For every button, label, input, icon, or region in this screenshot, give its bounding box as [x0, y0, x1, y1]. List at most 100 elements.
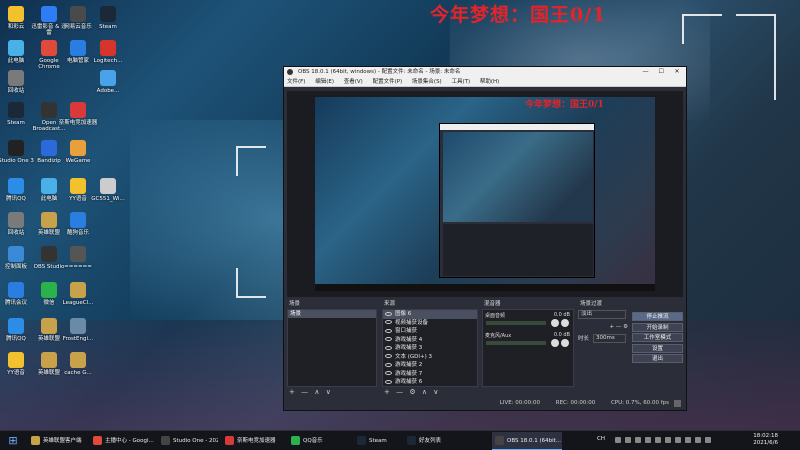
tray-icon[interactable]	[675, 437, 681, 443]
mute-speaker-icon[interactable]	[551, 319, 559, 327]
obs-titlebar[interactable]: OBS 18.0.1 (64bit, windows) - 配置文件: 未命名 …	[284, 67, 686, 77]
ime-indicator[interactable]: CH	[597, 436, 605, 442]
source-item[interactable]: 游戏捕获 6	[383, 378, 477, 387]
taskbar-app-button[interactable]: 英雄联盟客户端	[28, 432, 86, 450]
source-item[interactable]: 文本 (GDI+) 3	[383, 353, 477, 362]
move-up-button[interactable]: ∧	[314, 388, 319, 396]
tray-icon[interactable]	[685, 437, 691, 443]
taskbar-app-button[interactable]: 奈斯电竞加速器	[222, 432, 284, 450]
studio-mode-button[interactable]: 工作室模式	[632, 333, 683, 342]
settings-button[interactable]: 设置	[632, 343, 683, 353]
scene-item[interactable]: 场景	[288, 310, 376, 318]
duration-input[interactable]: 300ms	[593, 334, 626, 343]
volume-slider[interactable]	[486, 321, 546, 325]
tray-icon[interactable]	[695, 437, 701, 443]
taskbar-app-button[interactable]: Steam	[354, 432, 400, 450]
app-icon	[100, 40, 116, 56]
source-properties-gear-icon[interactable]: ⚙	[409, 388, 415, 396]
app-icon	[70, 140, 86, 156]
gear-icon[interactable]	[561, 319, 569, 327]
close-button[interactable]: ✕	[670, 67, 684, 77]
remove-source-button[interactable]: —	[396, 388, 403, 396]
tray-icon[interactable]	[625, 437, 631, 443]
desktop-icon-label: 酷狗音乐	[66, 230, 89, 236]
source-item[interactable]: 游戏捕获 2	[383, 361, 477, 370]
visibility-eye-icon[interactable]	[385, 328, 392, 333]
menu-help[interactable]: 帮助(H)	[480, 79, 499, 85]
transition-gear-icon[interactable]: ⚙	[623, 324, 628, 330]
desktop-shortcut-icon[interactable]: cache G...	[58, 352, 98, 376]
minimize-button[interactable]: —	[639, 67, 653, 77]
move-down-button[interactable]: ∨	[433, 388, 438, 396]
source-item[interactable]: 游戏捕获 3	[383, 344, 477, 353]
stop-streaming-button[interactable]: 停止推流	[632, 312, 683, 321]
menu-file[interactable]: 文件(F)	[287, 79, 305, 85]
tray-icon[interactable]	[635, 437, 641, 443]
menu-edit[interactable]: 编辑(E)	[315, 79, 334, 85]
taskbar-app-button[interactable]: 好友列表	[404, 432, 486, 450]
visibility-eye-icon[interactable]	[385, 345, 392, 350]
taskbar-app-button[interactable]: 主播中心 - Googl...	[90, 432, 154, 450]
source-item[interactable]: 图像 6	[383, 310, 477, 319]
tray-icon[interactable]	[705, 437, 711, 443]
desktop-shortcut-icon[interactable]: 回收站	[0, 70, 36, 94]
add-transition-button[interactable]: +	[609, 324, 614, 330]
move-down-button[interactable]: ∨	[326, 388, 331, 396]
desktop-shortcut-icon[interactable]: FrostEngi...	[58, 318, 98, 342]
taskbar-app-button[interactable]: Studio One - 202...	[158, 432, 218, 450]
source-item[interactable]: 窗口捕获	[383, 327, 477, 336]
desktop-shortcut-icon[interactable]: Steam	[88, 6, 128, 30]
tray-icon[interactable]	[615, 437, 621, 443]
remove-scene-button[interactable]: —	[301, 388, 308, 396]
visibility-eye-icon[interactable]	[385, 337, 392, 341]
tray-icon[interactable]	[645, 437, 651, 443]
menu-profile[interactable]: 配置文件(P)	[373, 79, 403, 85]
volume-slider[interactable]	[486, 341, 546, 345]
tray-icon[interactable]	[665, 437, 671, 443]
start-recording-button[interactable]: 开始录制	[632, 322, 683, 332]
taskbar-app-button[interactable]: QQ音乐	[288, 432, 350, 450]
desktop-shortcut-icon[interactable]: LeagueCl...	[58, 282, 98, 306]
transition-mode-select[interactable]: 淡出	[578, 310, 626, 319]
exit-button[interactable]: 退出	[632, 354, 683, 363]
menu-scene-collection[interactable]: 场景集合(S)	[412, 79, 442, 85]
mute-speaker-icon[interactable]	[551, 339, 559, 347]
visibility-eye-icon[interactable]	[385, 354, 392, 358]
obs-window[interactable]: OBS 18.0.1 (64bit, windows) - 配置文件: 未命名 …	[283, 66, 687, 411]
remove-transition-button[interactable]: —	[616, 324, 622, 330]
taskbar-app-button[interactable]: OBS 18.0.1 (64bit...	[492, 432, 562, 450]
source-item[interactable]: 视频捕获设备	[383, 319, 477, 328]
menu-tools[interactable]: 工具(T)	[451, 79, 470, 85]
add-source-button[interactable]: +	[384, 388, 390, 396]
tray-icon[interactable]	[655, 437, 661, 443]
move-up-button[interactable]: ∧	[422, 388, 427, 396]
scenes-list[interactable]: 场景	[287, 309, 377, 387]
desktop-shortcut-icon[interactable]: 酷狗音乐	[58, 212, 98, 236]
preview-canvas[interactable]: 今年梦想：国王0/1	[287, 91, 683, 297]
duration-label: 时长	[578, 336, 590, 342]
tray-icons	[615, 437, 720, 445]
visibility-eye-icon[interactable]	[385, 311, 392, 316]
desktop-shortcut-icon[interactable]: Logitech...	[88, 40, 128, 64]
menu-view[interactable]: 查看(V)	[344, 79, 363, 85]
clock[interactable]: 18:02:18 2021/6/6	[753, 433, 778, 447]
windows-start-icon[interactable]: ⊞	[0, 431, 26, 450]
desktop-shortcut-icon[interactable]: Adobe...	[88, 70, 128, 94]
sources-list[interactable]: 图像 6 视频捕获设备 窗口捕获 游戏捕获 4 游戏捕获 3 文本 (GDI+)…	[382, 309, 478, 387]
source-item[interactable]: 游戏捕获 7	[383, 370, 477, 379]
add-scene-button[interactable]: +	[289, 388, 295, 396]
app-icon	[93, 436, 102, 445]
nested-preview	[443, 132, 593, 222]
maximize-button[interactable]: ☐	[654, 67, 668, 77]
desktop-shortcut-icon[interactable]: GC551_Wi...	[88, 178, 128, 202]
visibility-eye-icon[interactable]	[385, 362, 392, 367]
desktop-shortcut-icon[interactable]: ======	[58, 246, 98, 270]
source-item[interactable]: 游戏捕获 4	[383, 336, 477, 345]
gear-icon[interactable]	[561, 339, 569, 347]
desktop-shortcut-icon[interactable]: WeGame	[58, 140, 98, 164]
desktop-shortcut-icon[interactable]: 奈斯电竞加速器	[58, 102, 98, 126]
visibility-eye-icon[interactable]	[385, 320, 392, 324]
visibility-eye-icon[interactable]	[385, 371, 392, 375]
app-icon	[70, 352, 86, 368]
visibility-eye-icon[interactable]	[385, 379, 392, 384]
